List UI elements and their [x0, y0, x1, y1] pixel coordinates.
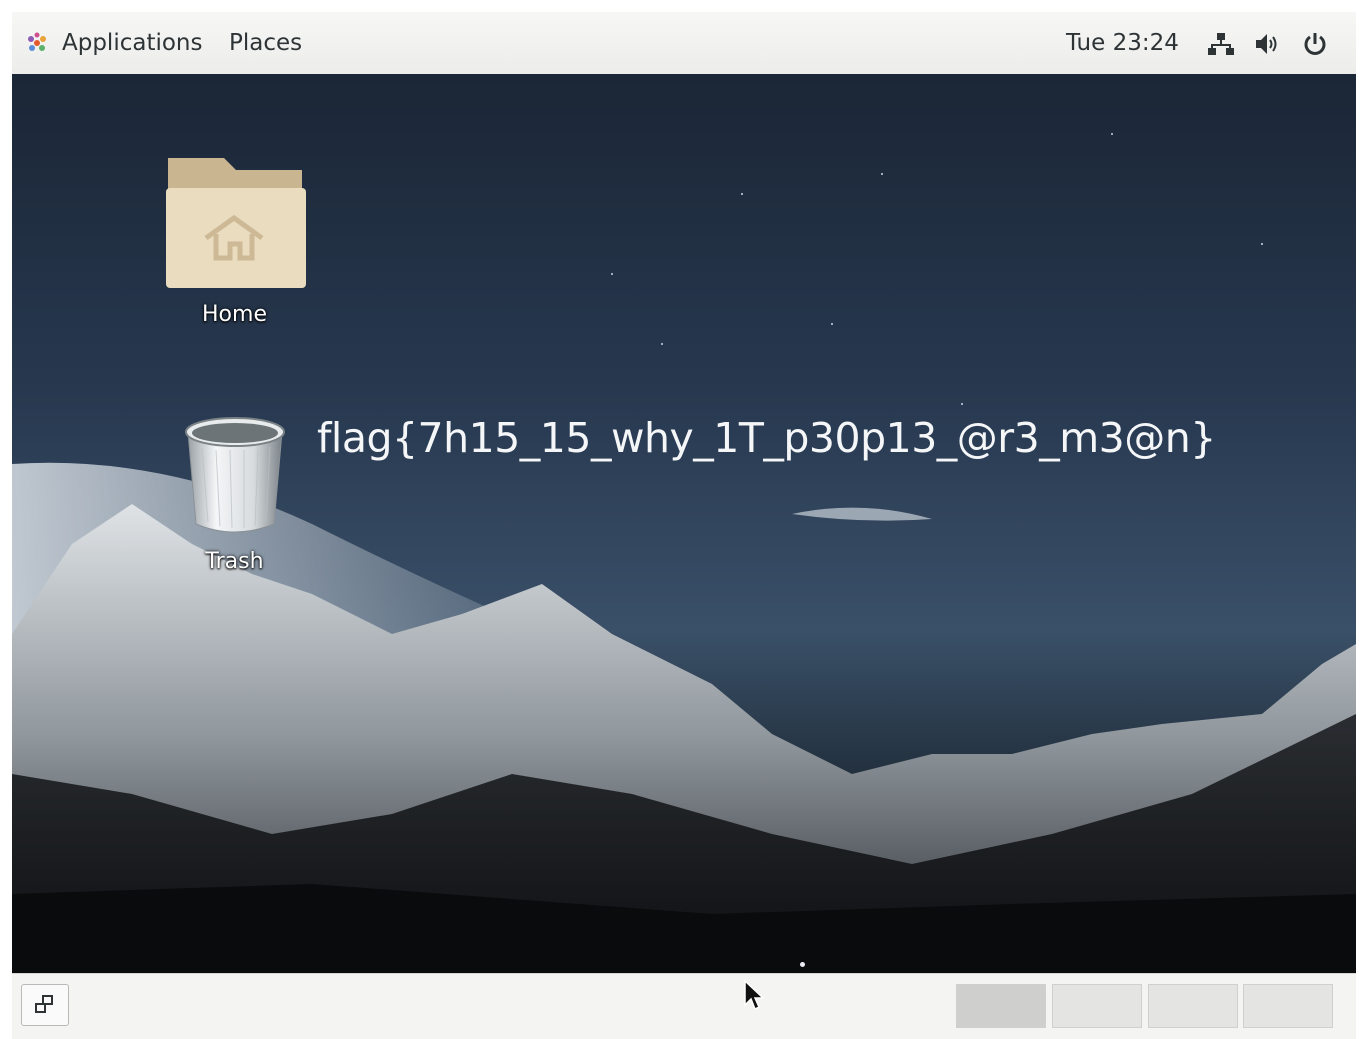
desktop-overlay-text: flag{7h15_15_why_1T_p30p13_@r3_m3@n}	[317, 414, 1216, 462]
home-folder-icon	[166, 158, 306, 288]
workspace-2[interactable]	[1052, 984, 1142, 1028]
applications-label: Applications	[62, 30, 203, 56]
bottom-panel	[12, 973, 1356, 1039]
trash-desktop-icon[interactable]: Trash	[182, 414, 287, 574]
workspace-1[interactable]	[956, 984, 1046, 1028]
home-desktop-icon[interactable]: Home	[162, 152, 307, 327]
places-menu[interactable]: Places	[229, 12, 302, 74]
clock[interactable]: Tue 23:24	[1066, 12, 1179, 74]
show-desktop-button[interactable]	[21, 984, 69, 1026]
light-dot	[800, 962, 805, 967]
volume-icon[interactable]	[1254, 31, 1280, 57]
power-icon[interactable]	[1302, 31, 1328, 57]
workspace-4[interactable]	[1243, 984, 1333, 1028]
top-panel: Applications Places Tue 23:24	[12, 12, 1356, 75]
screen-frame: Applications Places Tue 23:24 Home Trash…	[12, 12, 1356, 1039]
desktop[interactable]: Home Trash flag{7h15_15_why_1T_p30p13_@r…	[12, 74, 1356, 973]
trash-label: Trash	[205, 549, 264, 574]
applications-menu[interactable]: Applications	[24, 12, 203, 74]
trash-icon	[185, 417, 285, 533]
gnome-foot-icon	[28, 32, 46, 51]
home-label: Home	[202, 302, 267, 327]
mouse-cursor-icon	[744, 979, 765, 1011]
workspace-3[interactable]	[1148, 984, 1238, 1028]
show-desktop-icon	[35, 995, 53, 1013]
network-icon[interactable]	[1208, 31, 1234, 57]
